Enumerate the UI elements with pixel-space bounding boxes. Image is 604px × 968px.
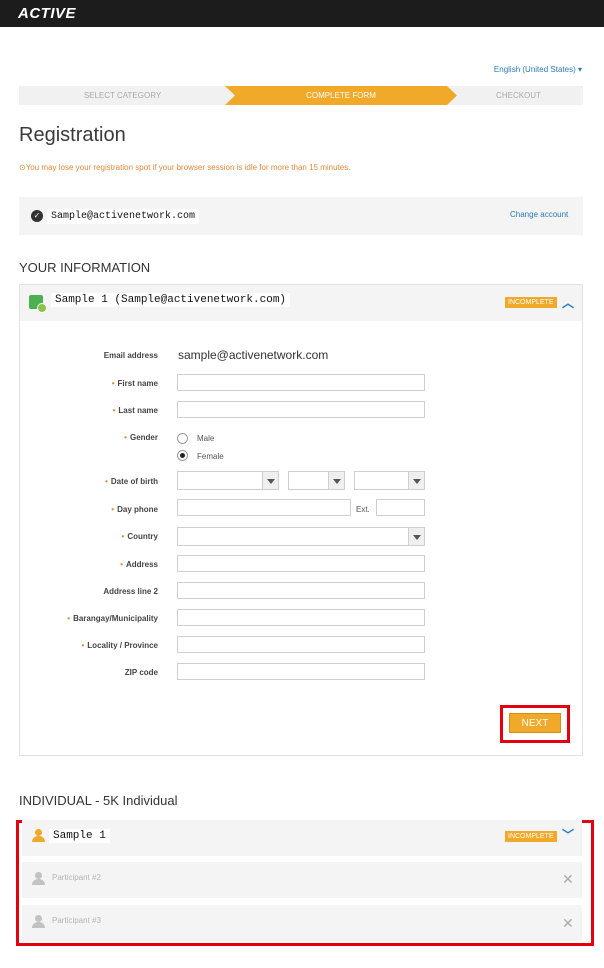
chevron-up-icon[interactable]: ︿ <box>562 294 574 311</box>
participant-row-2[interactable] <box>22 862 582 898</box>
participant-name: Sample 1 (Sample@activenetwork.com) <box>51 293 291 307</box>
active-logo[interactable]: ACTIVE <box>18 5 76 22</box>
language-selector[interactable]: English (United States) ▾ <box>494 65 582 74</box>
barangay-input[interactable] <box>177 609 425 626</box>
individual-heading: INDIVIDUAL - 5K Individual <box>19 793 178 808</box>
address-line2-input[interactable] <box>177 582 425 599</box>
email-label: Email address <box>103 351 158 360</box>
person-icon <box>32 829 45 842</box>
step-select-category: SELECT CATEGORY <box>83 91 162 100</box>
day-phone-label: • Day phone <box>111 505 158 514</box>
idle-warning-text: You may lose your registration spot if y… <box>25 163 351 172</box>
address-label: • Address <box>120 560 158 569</box>
change-account-link[interactable]: Change account <box>510 210 568 219</box>
barangay-label: • Barangay/Municipality <box>67 614 158 623</box>
close-icon[interactable]: ✕ <box>562 871 574 888</box>
day-phone-input[interactable] <box>177 499 351 516</box>
gender-female-radio[interactable] <box>177 450 188 461</box>
address-line2-label: Address line 2 <box>103 587 158 596</box>
gender-male-label: Male <box>197 434 215 443</box>
address-input[interactable] <box>177 555 425 572</box>
ext-label: Ext. <box>356 505 370 514</box>
your-information-heading: YOUR INFORMATION <box>19 260 151 275</box>
zip-input[interactable] <box>177 663 425 680</box>
gender-male-radio[interactable] <box>177 433 188 444</box>
country-label: • Country <box>121 532 158 541</box>
participant-3-label: Participant #3 <box>52 916 101 925</box>
page-title: Registration <box>19 124 126 146</box>
participant-1-name: Sample 1 <box>49 829 110 843</box>
gender-label: • Gender <box>124 433 158 442</box>
language-label: English (United States) <box>493 65 576 74</box>
progress-steps: SELECT CATEGORY COMPLETE FORM CHECKOUT <box>19 86 583 105</box>
account-email: Sample@activenetwork.com <box>47 209 200 224</box>
dob-day-select[interactable] <box>288 471 345 490</box>
step-complete-form: COMPLETE FORM <box>306 91 376 100</box>
locality-label: • Locality / Province <box>81 641 158 650</box>
close-icon[interactable]: ✕ <box>562 915 574 932</box>
email-value: sample@activenetwork.com <box>178 348 329 362</box>
user-check-icon <box>29 295 47 313</box>
gender-female-label: Female <box>197 452 224 461</box>
top-bar <box>0 0 604 27</box>
caret-down-icon: ▾ <box>577 65 582 74</box>
first-name-label: • First name <box>111 379 158 388</box>
check-circle-icon: ✓ <box>31 210 43 222</box>
next-button[interactable]: NEXT <box>509 713 561 733</box>
last-name-label: • Last name <box>112 406 158 415</box>
dob-month-select[interactable] <box>177 471 279 490</box>
person-icon <box>32 915 45 928</box>
chevron-down-icon[interactable]: ﹀ <box>562 826 574 843</box>
participant-2-label: Participant #2 <box>52 873 101 882</box>
participant-row-3[interactable] <box>22 905 582 941</box>
step-checkout: CHECKOUT <box>496 91 541 100</box>
first-name-input[interactable] <box>177 374 425 391</box>
zip-label: ZIP code <box>124 668 158 677</box>
participant-1-status-badge: INCOMPLETE <box>505 831 557 842</box>
last-name-input[interactable] <box>177 401 425 418</box>
ext-input[interactable] <box>376 499 425 516</box>
locality-input[interactable] <box>177 636 425 653</box>
dob-year-select[interactable] <box>354 471 425 490</box>
status-badge: INCOMPLETE <box>505 297 557 308</box>
clock-icon: ⊙ <box>19 163 26 172</box>
person-icon <box>32 872 45 885</box>
country-select[interactable] <box>177 527 425 546</box>
dob-label: • Date of birth <box>105 477 158 486</box>
idle-warning: ⊙You may lose your registration spot if … <box>19 163 350 172</box>
